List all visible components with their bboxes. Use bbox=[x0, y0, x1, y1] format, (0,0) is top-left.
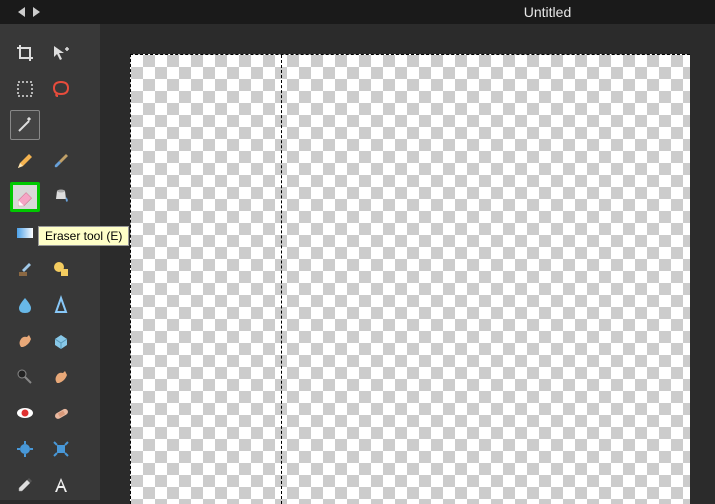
redeye-tool[interactable] bbox=[10, 398, 40, 428]
brush-tool[interactable] bbox=[46, 146, 76, 176]
pinch-tool[interactable] bbox=[46, 434, 76, 464]
smudge-icon bbox=[15, 331, 35, 351]
heal-tool[interactable] bbox=[46, 398, 76, 428]
clone-icon bbox=[15, 259, 35, 279]
sharpen-icon bbox=[51, 295, 71, 315]
toolbox: Eraser tool (E) bbox=[0, 24, 100, 500]
gradient-icon bbox=[15, 223, 35, 243]
bucket-tool[interactable] bbox=[46, 182, 76, 212]
pencil-icon bbox=[15, 151, 35, 171]
redeye-icon bbox=[15, 403, 35, 423]
burn-icon bbox=[51, 367, 71, 387]
move-tool[interactable] bbox=[46, 38, 76, 68]
burn-tool[interactable] bbox=[46, 362, 76, 392]
tooltip-eraser: Eraser tool (E) bbox=[38, 226, 129, 246]
replace-icon bbox=[51, 259, 71, 279]
eraser-icon bbox=[14, 186, 36, 208]
heal-icon bbox=[51, 403, 71, 423]
window-title: Untitled bbox=[0, 4, 715, 20]
eyedropper-icon bbox=[15, 475, 35, 495]
sharpen-tool[interactable] bbox=[46, 290, 76, 320]
lasso-tool[interactable] bbox=[46, 74, 76, 104]
crop-icon bbox=[15, 43, 35, 63]
blur-tool[interactable] bbox=[10, 290, 40, 320]
smudge-tool[interactable] bbox=[10, 326, 40, 356]
replace-tool[interactable] bbox=[46, 254, 76, 284]
lasso-icon bbox=[51, 79, 71, 99]
move-icon bbox=[51, 43, 71, 63]
dodge-tool[interactable] bbox=[10, 362, 40, 392]
titlebar: Untitled bbox=[0, 0, 715, 24]
eyedropper-tool[interactable] bbox=[10, 470, 40, 500]
brush-icon bbox=[51, 151, 71, 171]
type-tool[interactable] bbox=[46, 470, 76, 500]
blur-icon bbox=[15, 295, 35, 315]
sponge-icon bbox=[51, 331, 71, 351]
type-icon bbox=[51, 475, 71, 495]
dodge-icon bbox=[15, 367, 35, 387]
bucket-icon bbox=[51, 187, 71, 207]
pencil-tool[interactable] bbox=[10, 146, 40, 176]
wand-tool[interactable] bbox=[10, 110, 40, 140]
sponge-tool[interactable] bbox=[46, 326, 76, 356]
canvas-area bbox=[100, 24, 715, 500]
pinch-icon bbox=[51, 439, 71, 459]
gradient-tool[interactable] bbox=[10, 218, 40, 248]
canvas[interactable] bbox=[130, 54, 690, 504]
crop-tool[interactable] bbox=[10, 38, 40, 68]
bloat-icon bbox=[15, 439, 35, 459]
marquee-icon bbox=[15, 79, 35, 99]
vertical-guide[interactable] bbox=[281, 55, 282, 504]
nav-forward-button[interactable] bbox=[33, 7, 40, 17]
clone-tool[interactable] bbox=[10, 254, 40, 284]
eraser-tool[interactable] bbox=[10, 182, 40, 212]
wand-icon bbox=[15, 115, 35, 135]
bloat-tool[interactable] bbox=[10, 434, 40, 464]
marquee-tool[interactable] bbox=[10, 74, 40, 104]
nav-back-button[interactable] bbox=[18, 7, 25, 17]
